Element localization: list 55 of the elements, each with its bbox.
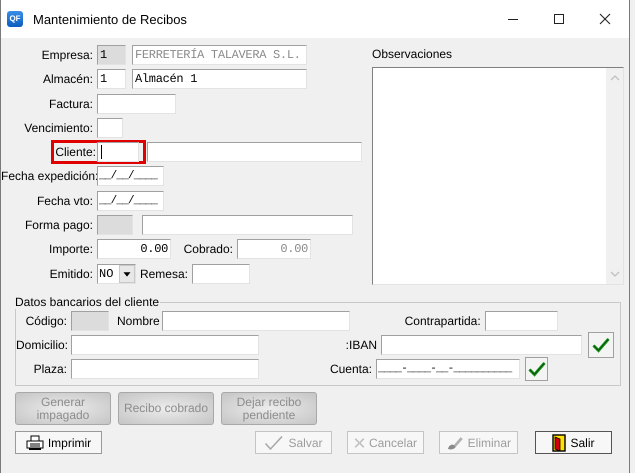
footer-button[interactable]: Salir xyxy=(535,431,612,454)
field-label: Almacén: xyxy=(42,72,94,86)
field-label: Cliente: xyxy=(54,145,97,160)
amount-field[interactable]: 0.00 xyxy=(97,239,171,260)
field-label: Emitido: xyxy=(48,266,94,281)
validate-button[interactable] xyxy=(525,357,548,381)
field-label: Plaza: xyxy=(32,362,68,376)
field-label: Nombre xyxy=(117,314,160,328)
account-field[interactable]: ____-____-__-__________ xyxy=(376,359,520,379)
due-field[interactable] xyxy=(97,118,123,138)
check-icon xyxy=(592,337,610,353)
field-label: Importe: xyxy=(48,242,94,256)
client-code-field[interactable] xyxy=(97,142,139,162)
field-label: Remesa: xyxy=(138,266,189,281)
printer-icon xyxy=(26,434,44,450)
check-icon xyxy=(264,434,284,450)
app-icon: QF xyxy=(7,11,23,27)
close-icon[interactable] xyxy=(599,13,611,25)
field-label: Código: xyxy=(24,314,68,328)
city-field[interactable] xyxy=(71,359,259,379)
field-label: Vencimiento: xyxy=(23,120,94,135)
remittance-field[interactable] xyxy=(192,264,250,284)
warehouse-code-field[interactable]: 1 xyxy=(97,69,126,90)
bank-name-field[interactable] xyxy=(162,311,350,331)
payment-name-field[interactable] xyxy=(142,215,353,236)
iban-field[interactable] xyxy=(381,335,582,355)
notes-label: Observaciones xyxy=(372,47,454,63)
scroll-down-icon[interactable] xyxy=(610,271,620,277)
field-label: Domicilio: xyxy=(16,338,70,352)
footer-button[interactable]: Imprimir xyxy=(15,431,102,454)
maximize-icon[interactable] xyxy=(553,13,565,25)
client-name-field[interactable] xyxy=(147,142,362,162)
field-label: Cuenta: xyxy=(328,362,373,376)
address-field[interactable] xyxy=(71,335,259,355)
field-label: Empresa: xyxy=(40,48,94,62)
due-date-field[interactable]: __/__/____ xyxy=(97,190,164,211)
field-label: :IBAN xyxy=(344,338,378,352)
issue-date-field[interactable]: __/__/____ xyxy=(97,166,164,186)
invoice-field[interactable] xyxy=(97,94,176,114)
validate-button[interactable] xyxy=(588,332,614,358)
notes-field[interactable] xyxy=(372,67,624,285)
field-label: Forma pago: xyxy=(24,218,94,232)
field-label: Fecha expedición: xyxy=(1,169,97,184)
check-icon xyxy=(528,361,546,377)
window-title: Mantenimiento de Recibos xyxy=(33,12,187,26)
group-title: Datos bancarios del cliente xyxy=(14,295,160,309)
field-label: Fecha vto: xyxy=(36,194,94,208)
scroll-up-icon[interactable] xyxy=(610,75,620,81)
issued-dropdown[interactable]: NO xyxy=(97,264,136,284)
counterpart-field[interactable] xyxy=(484,311,558,331)
warehouse-name-field[interactable]: Almacén 1 xyxy=(132,69,307,90)
field-label: Factura: xyxy=(48,96,94,111)
field-label: Contrapartida: xyxy=(404,314,482,328)
exit-door-icon xyxy=(552,434,566,452)
field-label: Cobrado: xyxy=(182,242,234,256)
